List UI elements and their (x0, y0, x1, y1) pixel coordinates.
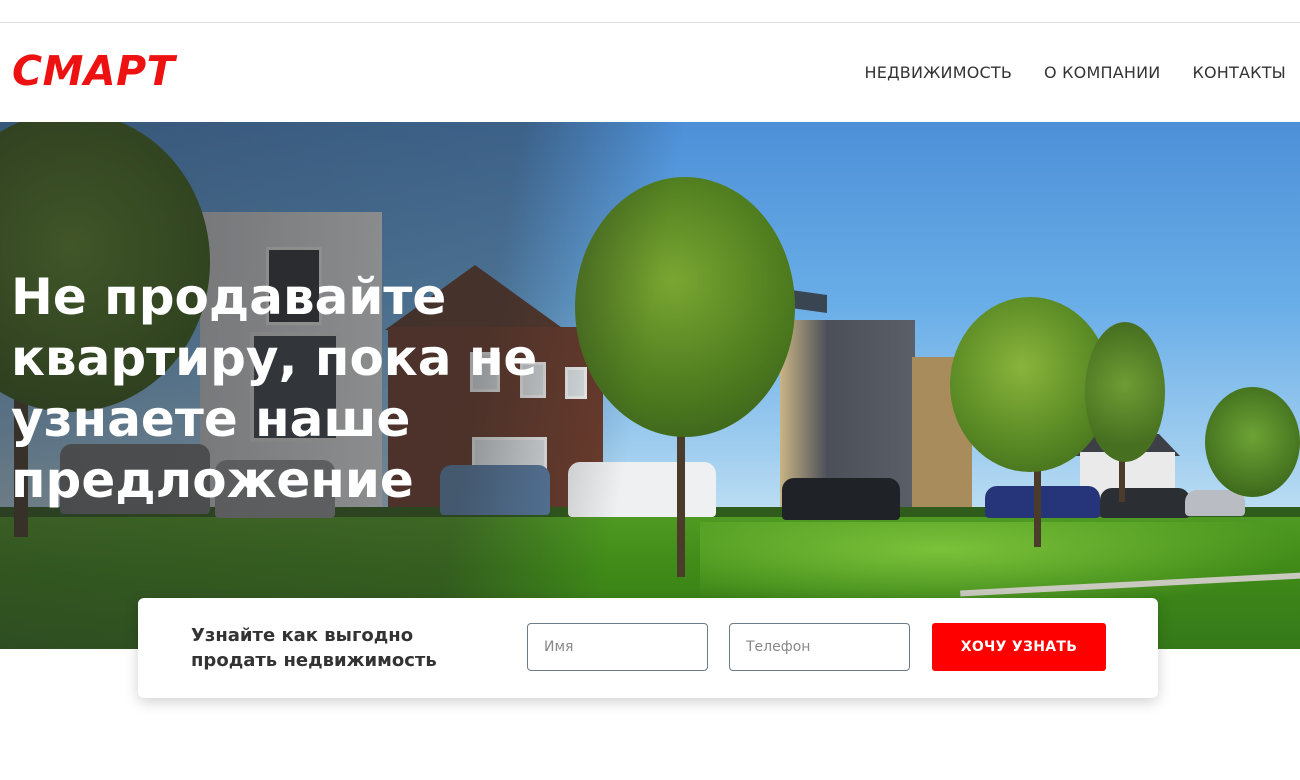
submit-button[interactable]: ХОЧУ УЗНАТЬ (932, 623, 1106, 671)
car (985, 486, 1100, 518)
brand-logo[interactable]: СМАРТ (12, 51, 175, 92)
phone-input[interactable] (729, 623, 910, 671)
hero-title: Не продавайте квартиру, пока не узнаете … (11, 268, 538, 509)
nav-item-contacts[interactable]: КОНТАКТЫ (1192, 63, 1286, 83)
hero-section: Не продавайте квартиру, пока не узнаете … (0, 122, 1300, 649)
name-input[interactable] (527, 623, 708, 671)
car (1100, 488, 1190, 518)
tree (1205, 387, 1300, 497)
nav-item-real-estate[interactable]: НЕДВИЖИМОСТЬ (865, 63, 1013, 83)
nav-item-about[interactable]: О КОМПАНИИ (1044, 63, 1160, 83)
site-header: СМАРТ НЕДВИЖИМОСТЬ О КОМПАНИИ КОНТАКТЫ (0, 23, 1300, 122)
main-nav: НЕДВИЖИМОСТЬ О КОМПАНИИ КОНТАКТЫ (865, 63, 1286, 83)
lead-form-card: Узнайте как выгодно продать недвижимость… (138, 598, 1158, 698)
tree (1085, 322, 1165, 462)
lead-form-title: Узнайте как выгодно продать недвижимость (191, 625, 437, 671)
